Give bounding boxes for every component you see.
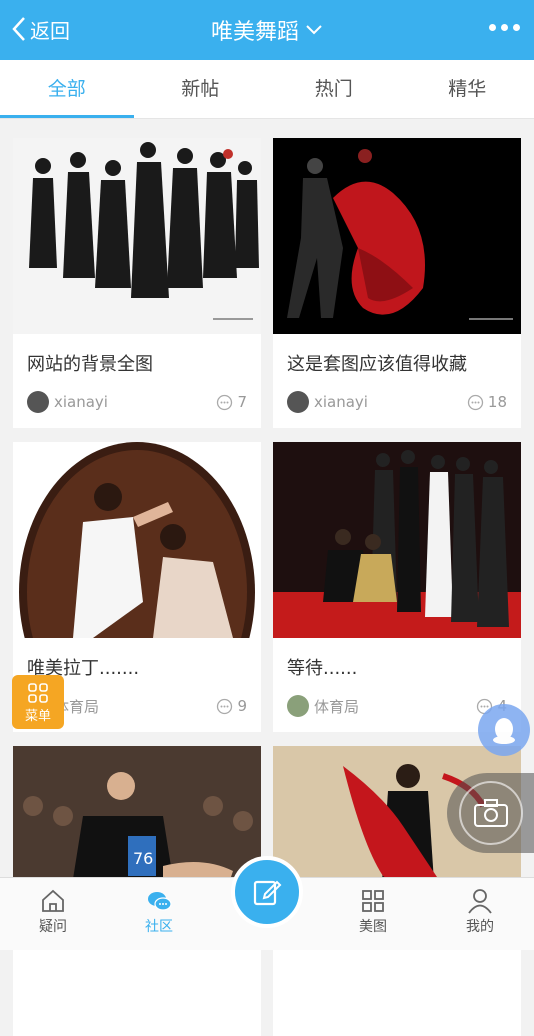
more-dot-icon [513, 24, 520, 31]
edit-icon [251, 876, 283, 908]
page-title[interactable]: 唯美舞蹈 [0, 14, 534, 46]
tabbar-item-me[interactable]: 我的 [440, 888, 520, 936]
avatar[interactable] [287, 695, 309, 717]
comment-count: 18 [467, 393, 507, 411]
page-title-text: 唯美舞蹈 [211, 14, 299, 46]
post-card[interactable]: 这是套图应该值得收藏 xianayi 18 [273, 138, 521, 428]
comment-icon [216, 698, 233, 715]
post-image [273, 138, 521, 334]
post-author[interactable]: 体育局 [54, 696, 216, 717]
post-author[interactable]: xianayi [54, 393, 216, 411]
post-card[interactable]: 网站的背景全图 xianayi 7 [13, 138, 261, 428]
post-author[interactable]: 体育局 [314, 696, 476, 717]
chat-bubbles-icon [146, 888, 172, 914]
tab-featured[interactable]: 精华 [401, 60, 534, 118]
camera-float-button[interactable] [447, 773, 534, 853]
qq-float-button[interactable] [478, 704, 530, 756]
comment-count-value: 18 [488, 393, 507, 411]
home-icon [40, 888, 66, 914]
avatar[interactable] [27, 391, 49, 413]
app-header: 返回 唯美舞蹈 [0, 0, 534, 60]
post-title: 网站的背景全图 [27, 350, 153, 376]
post-meta: 体育局 4 [287, 694, 507, 718]
post-author[interactable]: xianayi [314, 393, 467, 411]
tabbar-label: 疑问 [39, 919, 67, 935]
comment-count: 9 [216, 697, 247, 715]
tab-new[interactable]: 新帖 [134, 60, 268, 118]
svg-text:76: 76 [133, 849, 153, 868]
grid-icon [27, 682, 49, 704]
post-image [13, 442, 261, 638]
more-dot-icon [501, 24, 508, 31]
menu-float-button[interactable]: 菜单 [12, 675, 64, 729]
comment-count-value: 7 [237, 393, 247, 411]
tab-all[interactable]: 全部 [0, 60, 134, 118]
grid-icon [360, 888, 386, 914]
camera-ring [459, 781, 523, 845]
post-meta: xianayi 18 [287, 390, 507, 414]
post-image [13, 138, 261, 334]
post-meta: xianayi 7 [27, 390, 247, 414]
comment-count: 7 [216, 393, 247, 411]
post-title: 等待...... [287, 654, 357, 680]
tabbar-item-questions[interactable]: 疑问 [13, 888, 93, 936]
tab-hot[interactable]: 热门 [267, 60, 401, 118]
tabbar-item-community[interactable]: 社区 [119, 888, 199, 936]
tabbar-label: 社区 [145, 919, 173, 935]
chevron-down-icon [305, 24, 323, 36]
category-tabs: 全部 新帖 热门 精华 [0, 60, 534, 119]
camera-icon [473, 798, 509, 828]
compose-button[interactable] [231, 856, 303, 928]
tabbar-label: 美图 [359, 919, 387, 935]
avatar[interactable] [287, 391, 309, 413]
post-title: 这是套图应该值得收藏 [287, 350, 467, 376]
tabbar-item-gallery[interactable]: 美图 [333, 888, 413, 936]
penguin-icon [490, 715, 518, 745]
menu-label: 菜单 [25, 709, 51, 724]
comment-count-value: 9 [237, 697, 247, 715]
tabbar-label: 我的 [466, 919, 494, 935]
comment-icon [216, 394, 233, 411]
person-icon [467, 888, 493, 914]
comment-icon [467, 394, 484, 411]
bottom-tab-bar: 疑问 社区 美图 我的 [0, 877, 534, 950]
more-dot-icon [489, 24, 496, 31]
more-menu-button[interactable] [489, 24, 520, 31]
post-image [273, 442, 521, 638]
post-card[interactable]: 等待...... 体育局 4 [273, 442, 521, 732]
